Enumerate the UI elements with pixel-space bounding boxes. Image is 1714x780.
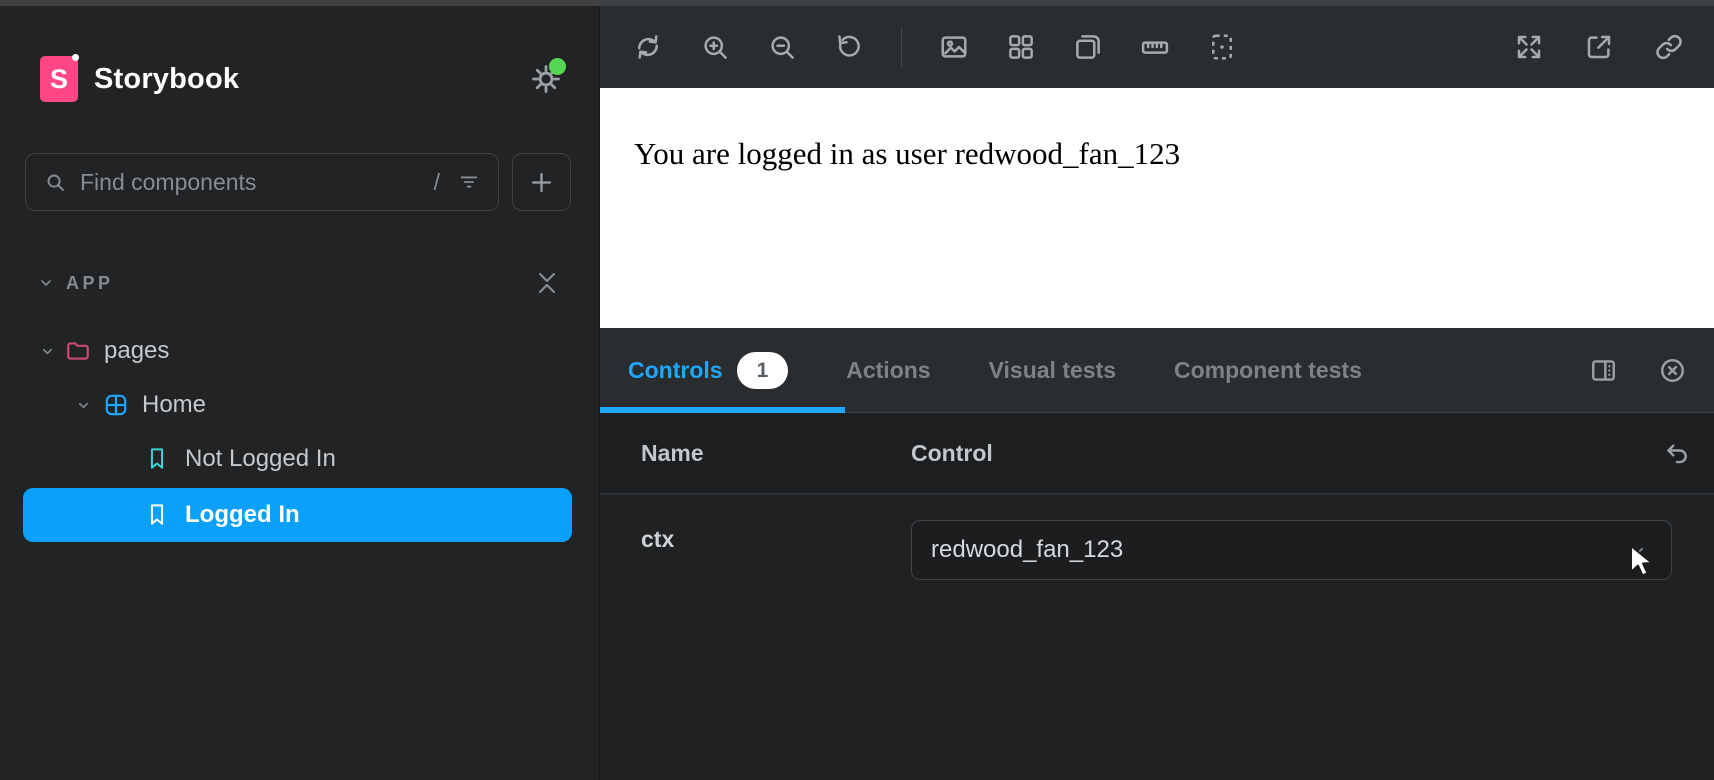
image-icon bbox=[939, 32, 969, 62]
chevron-down-icon[interactable] bbox=[76, 398, 91, 413]
controls-count-badge: 1 bbox=[737, 352, 789, 389]
logo-notch bbox=[72, 54, 79, 61]
canvas-toolbar bbox=[600, 6, 1714, 88]
search-icon bbox=[44, 171, 67, 194]
controls-table-header: Name Control bbox=[600, 413, 1714, 494]
outline-icon bbox=[1207, 32, 1237, 62]
bookmark-icon bbox=[146, 446, 168, 472]
story-canvas: You are logged in as user redwood_fan_12… bbox=[600, 88, 1714, 328]
tree-item-label: Not Logged In bbox=[185, 445, 336, 473]
viewport-icon bbox=[1073, 32, 1103, 62]
addon-tabbar: Controls 1 Actions Visual tests Componen… bbox=[600, 328, 1714, 413]
settings-button[interactable] bbox=[529, 62, 563, 96]
open-new-tab-button[interactable] bbox=[1584, 32, 1614, 62]
story-text: You are logged in as user redwood_fan_12… bbox=[600, 88, 1714, 172]
grid-button[interactable] bbox=[1006, 32, 1036, 62]
tab-label: Controls bbox=[628, 357, 723, 384]
brand: S Storybook bbox=[40, 56, 239, 102]
tree-item-home[interactable]: Home bbox=[0, 378, 599, 432]
chevron-down-icon bbox=[38, 275, 54, 291]
ctx-select[interactable]: redwood_fan_123 bbox=[911, 520, 1672, 580]
zoom-in-button[interactable] bbox=[700, 32, 730, 62]
grid-icon bbox=[1006, 32, 1036, 62]
app-title: Storybook bbox=[94, 63, 239, 96]
preview-area: You are logged in as user redwood_fan_12… bbox=[600, 6, 1714, 780]
remount-icon bbox=[633, 32, 663, 62]
tab-visual-tests[interactable]: Visual tests bbox=[989, 357, 1116, 384]
create-story-button[interactable] bbox=[512, 153, 571, 211]
column-header-name: Name bbox=[641, 413, 704, 494]
reset-zoom-icon bbox=[834, 32, 864, 62]
reset-controls-button[interactable] bbox=[1663, 439, 1692, 468]
bookmark-icon bbox=[146, 502, 168, 528]
measure-button[interactable] bbox=[1140, 32, 1170, 62]
copy-link-button[interactable] bbox=[1654, 32, 1684, 62]
tree-item-not-logged-in[interactable]: Not Logged In bbox=[0, 432, 599, 486]
logo-letter: S bbox=[50, 64, 68, 95]
tab-label: Actions bbox=[846, 357, 930, 384]
remount-button[interactable] bbox=[633, 32, 663, 62]
component-tree: pages Home Not Logged In Logged In bbox=[0, 324, 599, 542]
close-panel-button[interactable] bbox=[1658, 356, 1687, 385]
filter-icon[interactable] bbox=[458, 171, 480, 193]
collapse-icon bbox=[535, 266, 559, 300]
search-input[interactable] bbox=[80, 169, 434, 196]
toolbar-divider bbox=[901, 27, 902, 67]
ctx-select-value: redwood_fan_123 bbox=[931, 536, 1123, 564]
tree-item-label: Home bbox=[142, 391, 206, 419]
toolbar-right-group bbox=[1514, 32, 1684, 62]
panel-position-icon bbox=[1589, 356, 1618, 385]
search-shortcut-hint: / bbox=[434, 169, 440, 196]
zoom-in-icon bbox=[700, 32, 730, 62]
sidebar: S Storybook / APP bbox=[0, 6, 600, 780]
ruler-icon bbox=[1140, 32, 1170, 62]
component-icon bbox=[103, 392, 129, 418]
notification-dot bbox=[549, 58, 566, 75]
tab-label: Component tests bbox=[1174, 357, 1362, 384]
folder-icon bbox=[65, 338, 91, 364]
arg-name: ctx bbox=[641, 526, 674, 553]
chevron-down-icon[interactable] bbox=[40, 344, 55, 359]
fullscreen-button[interactable] bbox=[1514, 32, 1544, 62]
tab-controls[interactable]: Controls 1 bbox=[628, 352, 788, 389]
tree-item-logged-in[interactable]: Logged In bbox=[23, 488, 572, 542]
controls-table-body: ctx redwood_fan_123 bbox=[600, 495, 1714, 780]
panel-position-button[interactable] bbox=[1589, 356, 1618, 385]
viewport-button[interactable] bbox=[1073, 32, 1103, 62]
storybook-logo-icon: S bbox=[40, 56, 78, 102]
fullscreen-icon bbox=[1514, 32, 1544, 62]
sidebar-section-app[interactable]: APP bbox=[38, 264, 561, 302]
tabbar-right-group bbox=[1589, 356, 1714, 385]
external-link-icon bbox=[1584, 32, 1614, 62]
tab-label: Visual tests bbox=[989, 357, 1116, 384]
column-header-control: Control bbox=[911, 413, 993, 494]
tree-item-label: pages bbox=[104, 337, 169, 365]
tab-actions[interactable]: Actions bbox=[846, 357, 930, 384]
tree-item-pages[interactable]: pages bbox=[0, 324, 599, 378]
backgrounds-button[interactable] bbox=[939, 32, 969, 62]
tab-component-tests[interactable]: Component tests bbox=[1174, 357, 1362, 384]
section-label: APP bbox=[66, 273, 114, 294]
link-icon bbox=[1654, 32, 1684, 62]
zoom-out-button[interactable] bbox=[767, 32, 797, 62]
active-tab-underline bbox=[600, 407, 845, 413]
chevron-down-icon bbox=[1627, 541, 1647, 561]
reset-zoom-button[interactable] bbox=[834, 32, 864, 62]
tree-item-label: Logged In bbox=[185, 501, 300, 529]
close-icon bbox=[1658, 356, 1687, 385]
search-box[interactable]: / bbox=[25, 153, 499, 211]
outline-button[interactable] bbox=[1207, 32, 1237, 62]
undo-icon bbox=[1663, 439, 1692, 468]
plus-icon bbox=[528, 169, 555, 196]
collapse-all-button[interactable] bbox=[535, 266, 559, 300]
zoom-out-icon bbox=[767, 32, 797, 62]
